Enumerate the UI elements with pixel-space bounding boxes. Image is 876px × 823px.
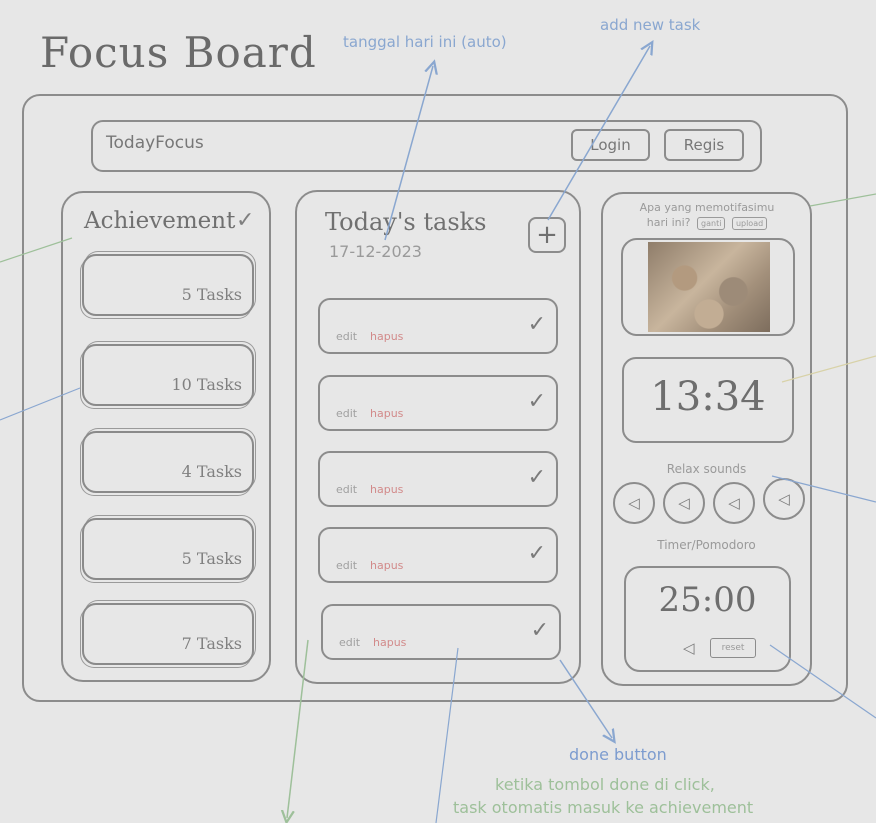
arrow-left-card <box>0 387 81 421</box>
arrow-right-clock <box>781 355 876 383</box>
arrow-left-ach <box>0 237 73 263</box>
arrow-date <box>384 66 433 241</box>
arrow-right-sound <box>771 475 876 503</box>
arrow-to-achievement <box>287 639 309 818</box>
arrow-right-timer <box>769 644 876 719</box>
arrow-done <box>559 659 612 738</box>
annotation-arrows <box>0 0 876 823</box>
arrow-add-task <box>547 46 650 221</box>
arrow-task-down <box>435 647 459 823</box>
arrow-right-top <box>809 193 876 207</box>
